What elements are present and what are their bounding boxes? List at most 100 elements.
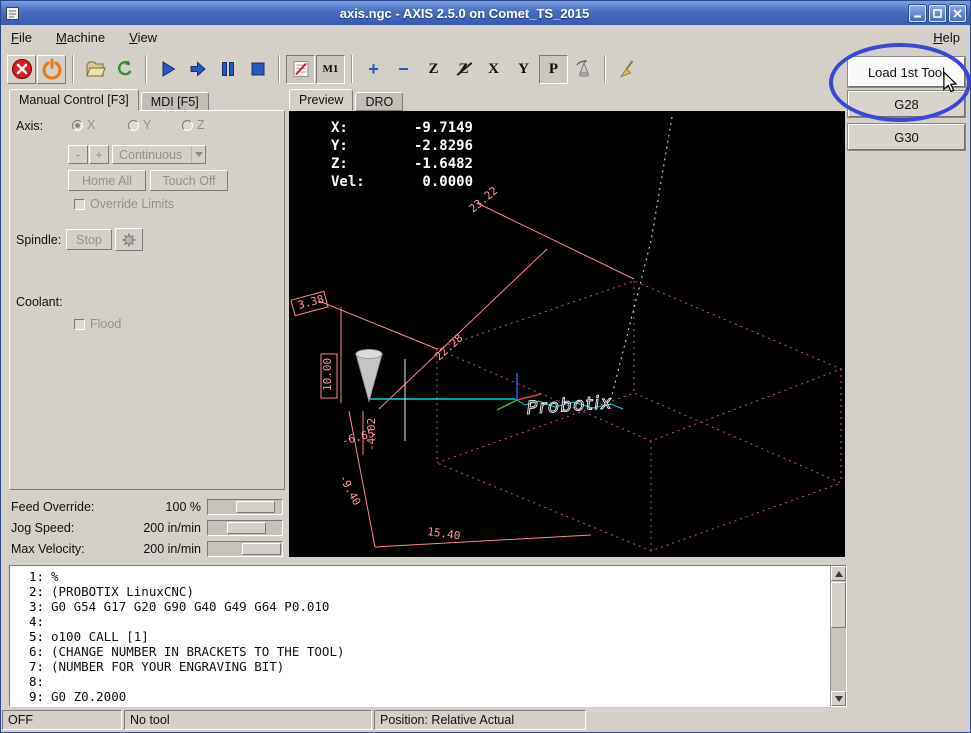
preview-canvas[interactable]: X:-9.7149 Y:-2.8296 Z:-1.6482 Vel:0.0000 — [289, 111, 845, 557]
dim-label: 15.40 — [427, 525, 462, 542]
minimize-button[interactable] — [909, 5, 926, 22]
estop-button[interactable] — [7, 55, 36, 84]
slider-thumb[interactable] — [236, 501, 274, 513]
checkbox-icon — [74, 199, 85, 210]
run-icon — [157, 58, 179, 80]
view-perspective-icon: P — [549, 62, 558, 77]
max-velocity-label: Max Velocity: — [11, 542, 85, 556]
flood-checkbox[interactable]: Flood — [74, 317, 121, 331]
toolbar-separator — [604, 55, 606, 83]
minimize-icon — [913, 9, 922, 18]
view-front-button[interactable]: Y — [509, 55, 538, 84]
axis-radio-x[interactable]: X — [72, 118, 95, 132]
rotate-view-button[interactable] — [569, 55, 598, 84]
spindle-stop-button[interactable]: Stop — [66, 229, 112, 250]
status-position: Position: Relative Actual — [374, 710, 586, 730]
override-limits-checkbox[interactable]: Override Limits — [74, 197, 174, 211]
gcode-line[interactable]: 1:% — [16, 569, 823, 584]
maximize-button[interactable] — [929, 5, 946, 22]
jog-mode-select[interactable]: Continuous — [112, 145, 206, 164]
engraving-text: Probotix — [526, 392, 614, 419]
open-file-button[interactable] — [80, 55, 109, 84]
tab-dro[interactable]: DRO — [355, 92, 403, 111]
home-all-button[interactable]: Home All — [68, 170, 146, 191]
zoom-in-button[interactable]: + — [359, 55, 388, 84]
dro-z-value: -1.6482 — [381, 155, 473, 173]
stop-program-button[interactable] — [243, 55, 272, 84]
zoom-out-button[interactable]: − — [389, 55, 418, 84]
run-program-button[interactable] — [153, 55, 182, 84]
jog-speed-slider[interactable] — [207, 520, 283, 536]
scroll-up-button[interactable] — [831, 566, 846, 581]
feed-override-row: Feed Override: 100 % — [9, 497, 285, 518]
axis-radio-y[interactable]: Y — [128, 118, 151, 132]
gcode-line[interactable]: 6:(CHANGE NUMBER IN BRACKETS TO THE TOOL… — [16, 644, 823, 659]
slider-thumb[interactable] — [227, 522, 265, 534]
toolbar-separator — [351, 55, 353, 83]
menu-bar: File Machine View Help — [1, 25, 970, 49]
view-front-icon: Y — [518, 62, 529, 77]
reload-file-button[interactable] — [110, 55, 139, 84]
chevron-down-icon — [191, 146, 205, 163]
menu-help[interactable]: Help — [931, 28, 962, 47]
view-perspective-button[interactable]: P — [539, 55, 568, 84]
toolpath: Probotix — [369, 392, 623, 419]
dim-label: -9.40 — [336, 472, 363, 507]
gcode-line[interactable]: 7:(NUMBER FOR YOUR ENGRAVING BIT) — [16, 659, 823, 674]
gcode-line[interactable]: 2:(PROBOTIX LinuxCNC) — [16, 584, 823, 599]
pause-program-button[interactable] — [213, 55, 242, 84]
g30-button[interactable]: G30 — [848, 124, 965, 150]
spindle-icon — [121, 232, 137, 248]
tab-preview[interactable]: Preview — [289, 89, 353, 111]
skip-lines-toggle[interactable] — [286, 55, 315, 84]
jog-minus-button[interactable]: - — [68, 145, 88, 164]
manual-control-panel: Manual Control [F3] MDI [F5] Axis: X Y Z… — [9, 89, 285, 491]
scrollbar-thumb[interactable] — [831, 582, 846, 628]
gcode-line[interactable]: 4: — [16, 614, 823, 629]
jog-plus-button[interactable]: + — [89, 145, 109, 164]
tab-manual-control[interactable]: Manual Control [F3] — [9, 89, 139, 111]
step-program-button[interactable] — [183, 55, 212, 84]
toolbar-separator — [145, 55, 147, 83]
gcode-line[interactable]: 8: — [16, 674, 823, 689]
optional-stop-toggle[interactable]: M1 — [316, 55, 345, 84]
spindle-label: Spindle: — [16, 233, 61, 247]
g28-button[interactable]: G28 — [848, 91, 965, 117]
zoom-in-icon: + — [368, 60, 379, 78]
menu-view[interactable]: View — [127, 28, 159, 47]
titlebar[interactable]: axis.ngc - AXIS 2.5.0 on Comet_TS_2015 — [1, 1, 970, 25]
window-title: axis.ngc - AXIS 2.5.0 on Comet_TS_2015 — [24, 6, 905, 21]
gcode-line[interactable]: 3:G0 G54 G17 G20 G90 G40 G49 G64 P0.010 — [16, 599, 823, 614]
view-top-button[interactable]: Z — [419, 55, 448, 84]
axis-label: Axis: — [16, 119, 43, 133]
rapid-move-line — [611, 117, 672, 399]
max-velocity-slider[interactable] — [207, 541, 283, 557]
load-first-tool-button[interactable]: Load 1st Tool — [848, 57, 965, 87]
arrow-down-icon — [835, 696, 843, 702]
axis-window: axis.ngc - AXIS 2.5.0 on Comet_TS_2015 F… — [0, 0, 971, 733]
gcode-line[interactable]: 9:G0 Z0.2000 — [16, 689, 823, 704]
close-button[interactable] — [949, 5, 966, 22]
feed-override-slider[interactable] — [207, 499, 283, 515]
scroll-down-button[interactable] — [831, 691, 846, 706]
gcode-line[interactable]: 5:o100 CALL [1] — [16, 629, 823, 644]
clear-plot-button[interactable] — [612, 55, 641, 84]
touch-off-button[interactable]: Touch Off — [150, 170, 228, 191]
axis-radio-z[interactable]: Z — [182, 118, 205, 132]
radio-icon — [128, 120, 139, 131]
maximize-icon — [933, 9, 942, 18]
jog-speed-row: Jog Speed: 200 in/min — [9, 518, 285, 539]
status-bar: OFF No tool Position: Relative Actual — [1, 708, 970, 732]
tab-mdi[interactable]: MDI [F5] — [141, 92, 209, 111]
menu-machine[interactable]: Machine — [54, 28, 107, 47]
machine-power-button[interactable] — [37, 55, 66, 84]
view-side-button[interactable]: X — [479, 55, 508, 84]
jog-speed-value: 200 in/min — [143, 521, 201, 535]
radio-icon — [72, 120, 83, 131]
menu-file[interactable]: File — [9, 28, 34, 47]
gcode-scrollbar[interactable] — [830, 566, 846, 706]
view-rotated-top-button[interactable]: Z — [449, 55, 478, 84]
slider-thumb[interactable] — [242, 543, 280, 555]
view-rotated-top-icon: Z — [458, 61, 468, 77]
spindle-aux-button[interactable] — [115, 228, 143, 251]
